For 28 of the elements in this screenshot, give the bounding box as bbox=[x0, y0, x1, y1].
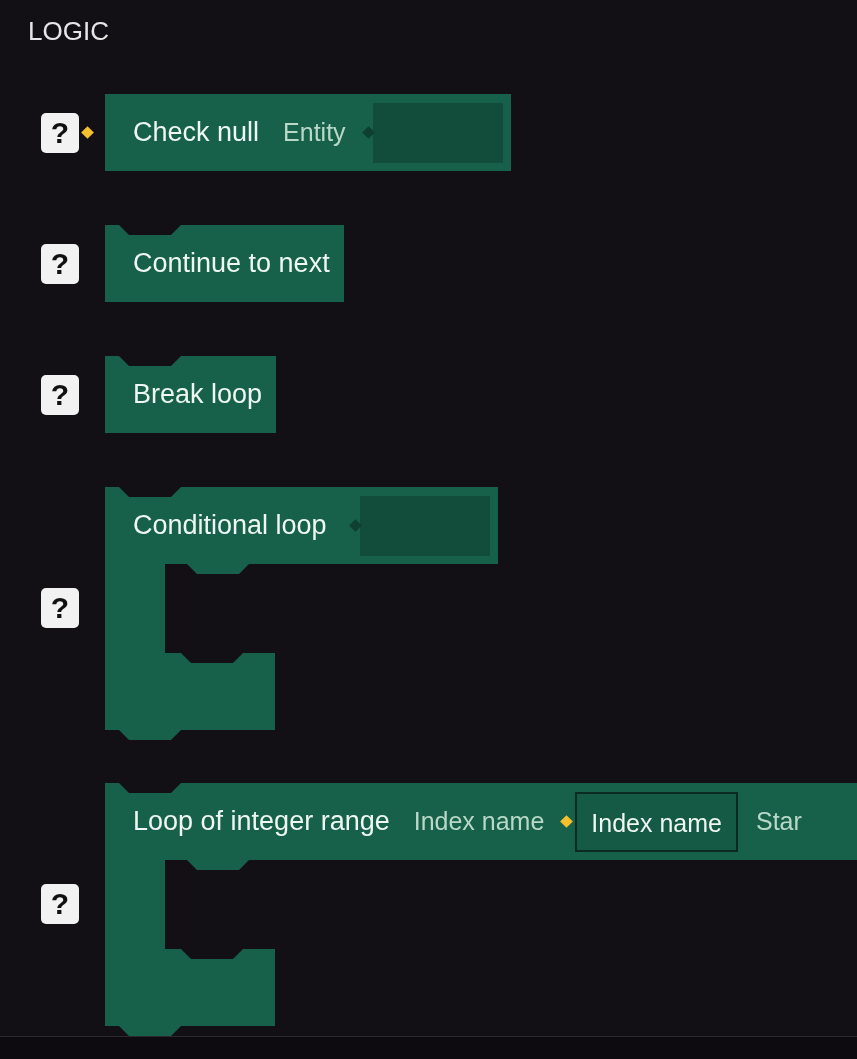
help-icon[interactable]: ? bbox=[41, 374, 79, 415]
block-title: Loop of integer range bbox=[133, 805, 390, 839]
input-slot[interactable] bbox=[372, 102, 503, 163]
help-icon[interactable]: ? bbox=[41, 588, 79, 628]
notch-icon bbox=[119, 225, 181, 235]
input-slot[interactable] bbox=[359, 495, 490, 556]
notch-icon bbox=[119, 783, 181, 793]
input-label: Entity bbox=[283, 116, 346, 148]
help-icon[interactable]: ? bbox=[41, 112, 79, 153]
input-field[interactable]: Index name bbox=[575, 791, 738, 852]
input-label: Index name bbox=[413, 805, 545, 837]
connector-tab-icon bbox=[187, 860, 249, 870]
help-icon[interactable]: ? bbox=[41, 243, 79, 284]
block[interactable]: Break loop bbox=[105, 356, 277, 433]
block-title: Conditional loop bbox=[133, 509, 327, 543]
connector-tab-icon bbox=[187, 564, 249, 574]
notch-icon bbox=[181, 949, 243, 959]
block-title: Break loop bbox=[133, 378, 263, 412]
notch-icon bbox=[119, 487, 181, 497]
help-icon[interactable]: ? bbox=[41, 884, 79, 924]
notch-icon bbox=[181, 653, 243, 663]
block-title: Continue to next bbox=[133, 247, 330, 281]
notch-icon bbox=[119, 356, 181, 366]
input-label: Star bbox=[756, 805, 802, 837]
block[interactable]: Continue to next bbox=[105, 225, 344, 302]
block[interactable]: Check null Entity bbox=[105, 94, 511, 171]
block-title: Check null bbox=[133, 116, 260, 150]
section-title: LOGIC bbox=[28, 15, 109, 48]
